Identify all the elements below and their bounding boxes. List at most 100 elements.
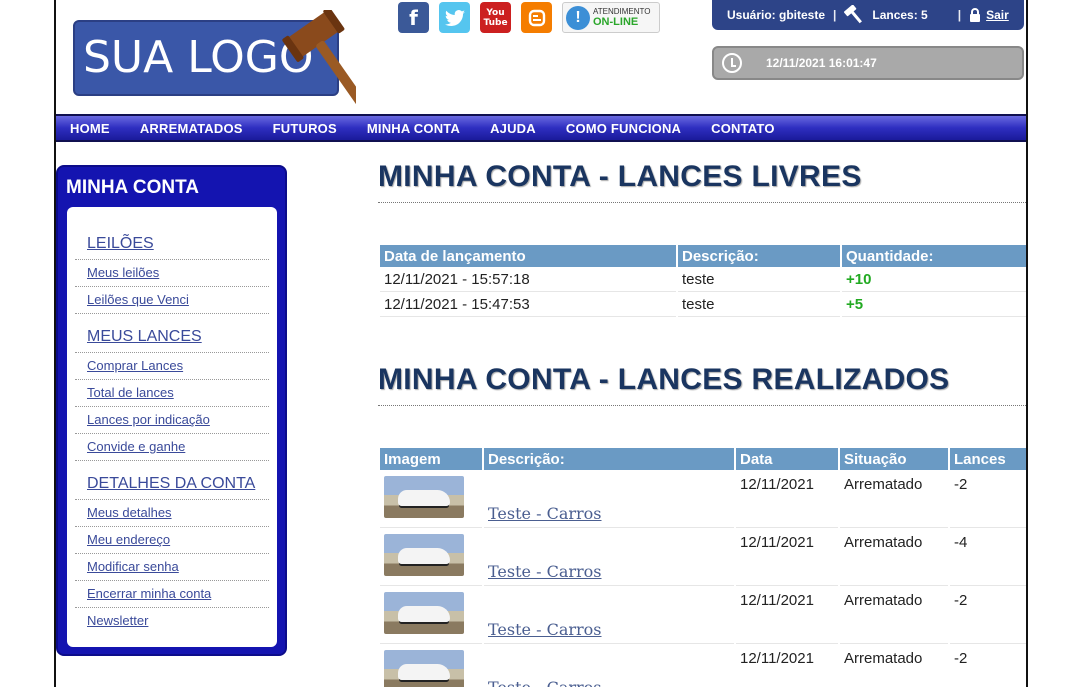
atendimento-label: ATENDIMENTO ON-LINE bbox=[593, 7, 650, 28]
sidebar-link-lances-por-indicacao[interactable]: Lances por indicação bbox=[75, 407, 269, 434]
lances-livres-table: Data de lançamento Descrição: Quantidade… bbox=[378, 245, 1026, 317]
atendimento-line2: ON-LINE bbox=[593, 16, 639, 28]
nav-contato[interactable]: CONTATO bbox=[711, 121, 775, 136]
sidebar-link-comprar-lances[interactable]: Comprar Lances bbox=[75, 353, 269, 380]
cell-data: 12/11/2021 bbox=[736, 528, 838, 586]
car-thumbnail[interactable] bbox=[384, 476, 464, 518]
cell-data: 12/11/2021 - 15:57:18 bbox=[380, 267, 676, 292]
facebook-icon[interactable]: f bbox=[398, 2, 429, 33]
divider: | bbox=[833, 8, 837, 22]
nav-home[interactable]: HOME bbox=[70, 121, 110, 136]
nav-minha-conta[interactable]: MINHA CONTA bbox=[367, 121, 460, 136]
cell-data: 12/11/2021 bbox=[736, 586, 838, 644]
col-header: Descrição: bbox=[678, 245, 840, 267]
auction-link[interactable]: Teste - Carros bbox=[488, 562, 730, 581]
gavel-icon bbox=[282, 10, 356, 110]
col-header: Lances bbox=[950, 448, 1026, 470]
page-frame: SUA LOGO f You Tube ! ATENDIMENTO ON-LIN… bbox=[54, 0, 1028, 687]
lances-realizados-table: Imagem Descrição: Data Situação Lances T… bbox=[378, 448, 1026, 687]
page-title-lances-livres: MINHA CONTA - LANCES LIVRES bbox=[378, 160, 1026, 203]
user-label: Usuário: gbiteste bbox=[727, 8, 826, 22]
social-links: f You Tube ! ATENDIMENTO ON-LINE bbox=[398, 2, 660, 33]
gavel-small-icon bbox=[844, 5, 863, 24]
twitter-icon[interactable] bbox=[439, 2, 470, 33]
sidebar-link-meus-detalhes[interactable]: Meus detalhes bbox=[75, 500, 269, 527]
cell-situacao: Arrematado bbox=[840, 470, 948, 528]
chat-bubble-icon: ! bbox=[566, 5, 590, 30]
sidebar-link-encerrar-conta[interactable]: Encerrar minha conta bbox=[75, 581, 269, 608]
cell-desc: teste bbox=[678, 267, 840, 292]
blogger-icon[interactable] bbox=[521, 2, 552, 33]
cell-data: 12/11/2021 bbox=[736, 470, 838, 528]
divider: | bbox=[957, 8, 962, 22]
sidebar-link-leiloes-que-venci[interactable]: Leilões que Venci bbox=[75, 287, 269, 314]
sidebar-section-detalhes-da-conta[interactable]: DETALHES DA CONTA bbox=[75, 461, 269, 500]
cell-situacao: Arrematado bbox=[840, 644, 948, 687]
main-content: MINHA CONTA - LANCES LIVRES Data de lanç… bbox=[378, 160, 1026, 687]
table-row: Teste - Carros 12/11/2021 Arrematado -2 bbox=[380, 644, 1026, 687]
cell-qtd: +5 bbox=[842, 292, 1026, 317]
col-header: Quantidade: bbox=[842, 245, 1026, 267]
sidebar-link-convide-e-ganhe[interactable]: Convide e ganhe bbox=[75, 434, 269, 461]
cell-situacao: Arrematado bbox=[840, 586, 948, 644]
cell-desc: Teste - Carros bbox=[484, 528, 734, 586]
sidebar-title: MINHA CONTA bbox=[66, 177, 199, 198]
col-header: Data de lançamento bbox=[380, 245, 676, 267]
table-row: 12/11/2021 - 15:57:18 teste +10 bbox=[380, 267, 1026, 292]
cell-desc: Teste - Carros bbox=[484, 644, 734, 687]
col-header: Descrição: bbox=[484, 448, 734, 470]
nav-ajuda[interactable]: AJUDA bbox=[490, 121, 536, 136]
col-header: Imagem bbox=[380, 448, 482, 470]
cell-lances: -4 bbox=[950, 528, 1026, 586]
cell-lances: -2 bbox=[950, 644, 1026, 687]
table-header: Imagem Descrição: Data Situação Lances bbox=[380, 448, 1026, 470]
cell-desc: Teste - Carros bbox=[484, 586, 734, 644]
cell-image bbox=[380, 586, 482, 644]
cell-image bbox=[380, 470, 482, 528]
auction-link[interactable]: Teste - Carros bbox=[488, 678, 730, 687]
account-sidebar: MINHA CONTA LEILÕES Meus leilões Leilões… bbox=[56, 165, 287, 656]
sidebar-link-modificar-senha[interactable]: Modificar senha bbox=[75, 554, 269, 581]
table-row: 12/11/2021 - 15:47:53 teste +5 bbox=[380, 292, 1026, 317]
cell-image bbox=[380, 644, 482, 687]
car-thumbnail[interactable] bbox=[384, 650, 464, 687]
table-row: Teste - Carros 12/11/2021 Arrematado -4 bbox=[380, 528, 1026, 586]
user-bar: Usuário: gbiteste | Lances: 5 | Sair bbox=[712, 0, 1024, 30]
lances-count: Lances: 5 bbox=[872, 8, 928, 22]
cell-qtd: +10 bbox=[842, 267, 1026, 292]
table-header: Data de lançamento Descrição: Quantidade… bbox=[380, 245, 1026, 267]
auction-link[interactable]: Teste - Carros bbox=[488, 620, 730, 639]
sidebar-link-meus-leiloes[interactable]: Meus leilões bbox=[75, 260, 269, 287]
nav-arrematados[interactable]: ARREMATADOS bbox=[140, 121, 243, 136]
table-row: Teste - Carros 12/11/2021 Arrematado -2 bbox=[380, 586, 1026, 644]
atendimento-online-button[interactable]: ! ATENDIMENTO ON-LINE bbox=[562, 2, 660, 33]
logout-link[interactable]: Sair bbox=[986, 8, 1009, 22]
sidebar-section-leiloes[interactable]: LEILÕES bbox=[75, 207, 269, 260]
main-nav: HOME ARREMATADOS FUTUROS MINHA CONTA AJU… bbox=[56, 114, 1026, 142]
clock-datetime: 12/11/2021 16:01:47 bbox=[766, 56, 877, 70]
nav-como-funciona[interactable]: COMO FUNCIONA bbox=[566, 121, 681, 136]
cell-lances: -2 bbox=[950, 586, 1026, 644]
sidebar-link-meu-endereco[interactable]: Meu endereço bbox=[75, 527, 269, 554]
col-header: Data bbox=[736, 448, 838, 470]
sidebar-link-newsletter[interactable]: Newsletter bbox=[75, 608, 269, 635]
sidebar-link-total-de-lances[interactable]: Total de lances bbox=[75, 380, 269, 407]
cell-data: 12/11/2021 - 15:47:53 bbox=[380, 292, 676, 317]
col-header: Situação bbox=[840, 448, 948, 470]
youtube-icon[interactable]: You Tube bbox=[480, 2, 511, 33]
cell-situacao: Arrematado bbox=[840, 528, 948, 586]
cell-image bbox=[380, 528, 482, 586]
cell-desc: Teste - Carros bbox=[484, 470, 734, 528]
car-thumbnail[interactable] bbox=[384, 534, 464, 576]
cell-data: 12/11/2021 bbox=[736, 644, 838, 687]
sidebar-menu: LEILÕES Meus leilões Leilões que Venci M… bbox=[67, 207, 277, 647]
nav-futuros[interactable]: FUTUROS bbox=[273, 121, 337, 136]
auction-link[interactable]: Teste - Carros bbox=[488, 504, 730, 523]
cell-lances: -2 bbox=[950, 470, 1026, 528]
cell-desc: teste bbox=[678, 292, 840, 317]
table-row: Teste - Carros 12/11/2021 Arrematado -2 bbox=[380, 470, 1026, 528]
car-thumbnail[interactable] bbox=[384, 592, 464, 634]
atendimento-line1: ATENDIMENTO bbox=[593, 7, 651, 16]
sidebar-section-meus-lances[interactable]: MEUS LANCES bbox=[75, 314, 269, 353]
clock-icon bbox=[722, 53, 742, 73]
